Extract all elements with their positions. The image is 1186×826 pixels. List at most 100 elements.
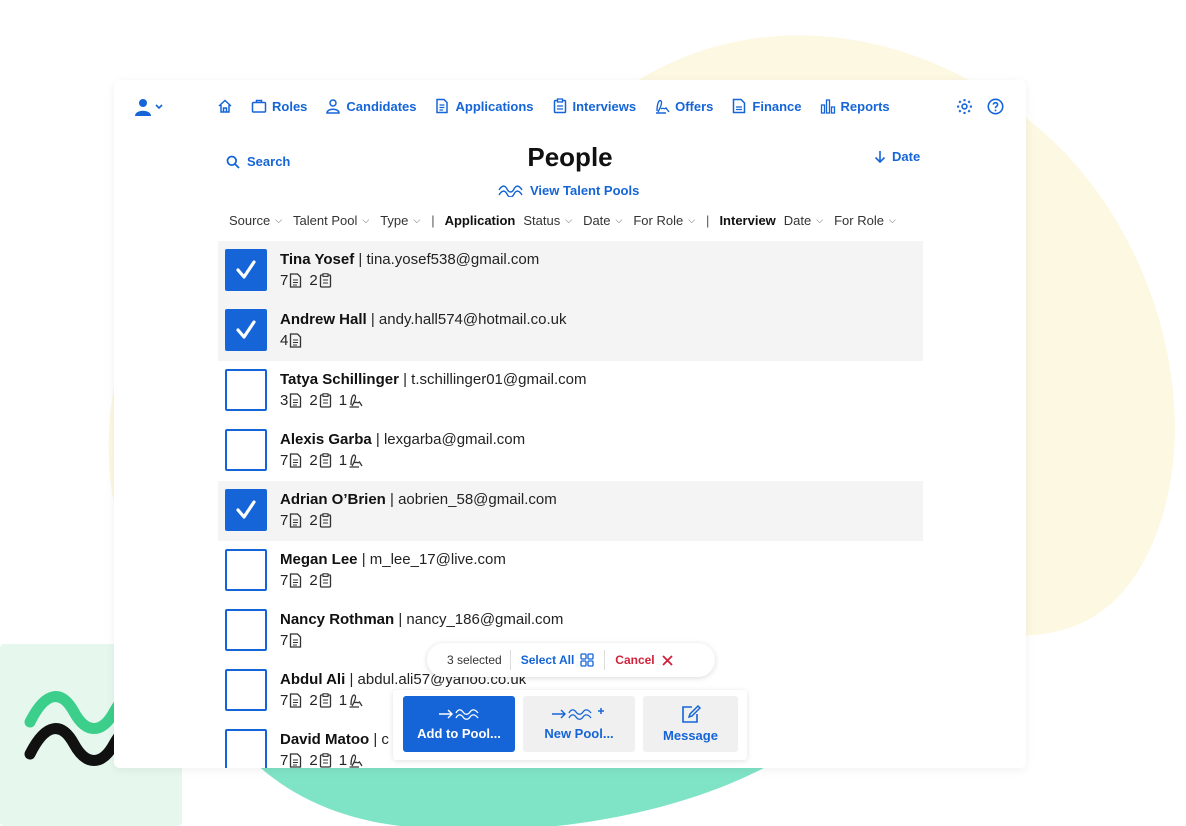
person-row[interactable]: Megan Lee | m_lee_17@live.com 7 2 [218, 541, 923, 601]
nav-home[interactable] [217, 98, 233, 114]
new-pool-label: New Pool... [544, 726, 614, 741]
offer-count-icon [349, 454, 363, 468]
person-name-line: Alexis Garba | lexgarba@gmail.com [280, 431, 525, 448]
person-name[interactable]: Megan Lee [280, 551, 358, 568]
stage: Roles Candidates Applications Interviews… [0, 0, 1186, 826]
chevron-down-icon: ⌵ [888, 215, 896, 225]
nav-finance[interactable]: Finance [731, 98, 802, 114]
message-button[interactable]: Message [643, 696, 738, 752]
user-menu[interactable] [134, 98, 164, 116]
person-email: aobrien_58@gmail.com [398, 491, 557, 508]
filter-label: Date [583, 213, 611, 228]
person-row[interactable]: Adrian O’Brien | aobrien_58@gmail.com 7 2 [218, 481, 923, 541]
nav-roles[interactable]: Roles [251, 98, 307, 114]
grid-icon [580, 653, 594, 667]
row-checkbox[interactable] [225, 309, 267, 351]
person-name[interactable]: Alexis Garba [280, 431, 372, 448]
person-row[interactable]: Andrew Hall | andy.hall574@hotmail.co.uk… [218, 301, 923, 361]
person-email: t.schillinger01@gmail.com [411, 371, 587, 388]
nav-reports-label: Reports [840, 98, 890, 114]
application-count: 7 [280, 272, 302, 289]
offer-count-value: 1 [338, 692, 348, 709]
filter-source[interactable]: Source ⌵ [229, 213, 282, 228]
row-checkbox[interactable] [225, 669, 267, 711]
filter-application-date[interactable]: Date ⌵ [583, 213, 622, 228]
divider: | [706, 213, 710, 228]
row-checkbox[interactable] [225, 429, 267, 471]
nav-reports[interactable]: Reports [820, 98, 890, 114]
person-name[interactable]: Abdul Ali [280, 671, 345, 688]
person-row[interactable]: Tatya Schillinger | t.schillinger01@gmai… [218, 361, 923, 421]
name-email-separator: | [357, 551, 370, 568]
person-email: lexgarba@gmail.com [383, 431, 526, 448]
sort-date-button[interactable]: Date [874, 149, 920, 164]
interview-count: 2 [309, 272, 331, 289]
person-name[interactable]: Tatya Schillinger [280, 371, 399, 388]
interview-count: 2 [309, 392, 331, 409]
message-label: Message [663, 728, 718, 743]
person-name[interactable]: Andrew Hall [280, 311, 367, 328]
application-count-icon [290, 393, 302, 408]
row-checkbox[interactable] [225, 369, 267, 411]
new-pool-button[interactable]: New Pool... [523, 696, 635, 752]
add-to-pool-button[interactable]: Add to Pool... [403, 696, 515, 752]
interview-count-value: 2 [309, 392, 318, 409]
nav-applications[interactable]: Applications [434, 98, 534, 114]
filter-type[interactable]: Type ⌵ [380, 213, 420, 228]
person-email: nancy_186@gmail.com [406, 611, 564, 628]
row-checkbox[interactable] [225, 609, 267, 651]
nav-candidates-label: Candidates [346, 98, 417, 114]
people-card: Roles Candidates Applications Interviews… [114, 80, 1026, 768]
nav-offers-label: Offers [675, 98, 714, 114]
application-count-value: 3 [280, 392, 289, 409]
cancel-button[interactable]: Cancel [605, 653, 682, 667]
checkmark-icon [236, 500, 256, 519]
name-email-separator: | [371, 431, 384, 448]
row-checkbox[interactable] [225, 489, 267, 531]
filter-talent-pool[interactable]: Talent Pool ⌵ [293, 213, 369, 228]
filter-label: Date [783, 213, 812, 228]
offer-count: 1 [339, 692, 363, 709]
compose-icon [681, 705, 701, 723]
arrow-down-icon [874, 151, 886, 163]
application-count: 7 [280, 512, 302, 529]
interview-count: 2 [309, 512, 331, 529]
person-name[interactable]: Nancy Rothman [280, 611, 394, 628]
gear-icon[interactable] [956, 98, 973, 115]
close-icon [662, 654, 673, 666]
add-to-pool-label: Add to Pool... [417, 726, 501, 741]
view-talent-pools-link[interactable]: View Talent Pools [498, 183, 639, 198]
person-row[interactable]: Tina Yosef | tina.yosef538@gmail.com 7 2 [218, 241, 923, 301]
person-counts: 72 [280, 572, 339, 589]
person-name[interactable]: Tina Yosef [280, 251, 354, 268]
person-row[interactable]: Alexis Garba | lexgarba@gmail.com 7 2 1 [218, 421, 923, 481]
nav-applications-label: Applications [455, 98, 534, 114]
nav-offers[interactable]: Offers [654, 98, 713, 114]
help-icon[interactable] [987, 98, 1004, 115]
name-email-separator: | [354, 251, 367, 268]
row-checkbox[interactable] [225, 729, 267, 768]
row-checkbox[interactable] [225, 549, 267, 591]
person-name[interactable]: David Matoo [280, 731, 369, 748]
nav-interviews[interactable]: Interviews [552, 98, 637, 114]
select-all-button[interactable]: Select All [511, 650, 606, 670]
filter-application-role[interactable]: For Role ⌵ [633, 213, 695, 228]
application-count: 7 [280, 692, 302, 709]
application-count-icon [290, 333, 302, 348]
people-list: Tina Yosef | tina.yosef538@gmail.com 7 2 An… [218, 241, 923, 768]
application-count-value: 7 [280, 452, 289, 469]
interview-count-icon [319, 393, 331, 408]
filter-application-status[interactable]: Status ⌵ [523, 213, 572, 228]
person-icon [326, 99, 341, 114]
person-name[interactable]: Adrian O’Brien [280, 491, 386, 508]
filter-interview-date[interactable]: Date ⌵ [784, 213, 823, 228]
filter-interview-role[interactable]: For Role ⌵ [834, 213, 896, 228]
offer-count: 1 [339, 452, 363, 469]
interview-count-value: 2 [309, 272, 318, 289]
nav-candidates[interactable]: Candidates [325, 98, 416, 114]
nav-interviews-label: Interviews [572, 98, 637, 114]
row-checkbox[interactable] [225, 249, 267, 291]
application-count-value: 7 [280, 632, 289, 649]
person-email: c [381, 731, 389, 748]
person-name-line: Tatya Schillinger | t.schillinger01@gmai… [280, 371, 586, 388]
